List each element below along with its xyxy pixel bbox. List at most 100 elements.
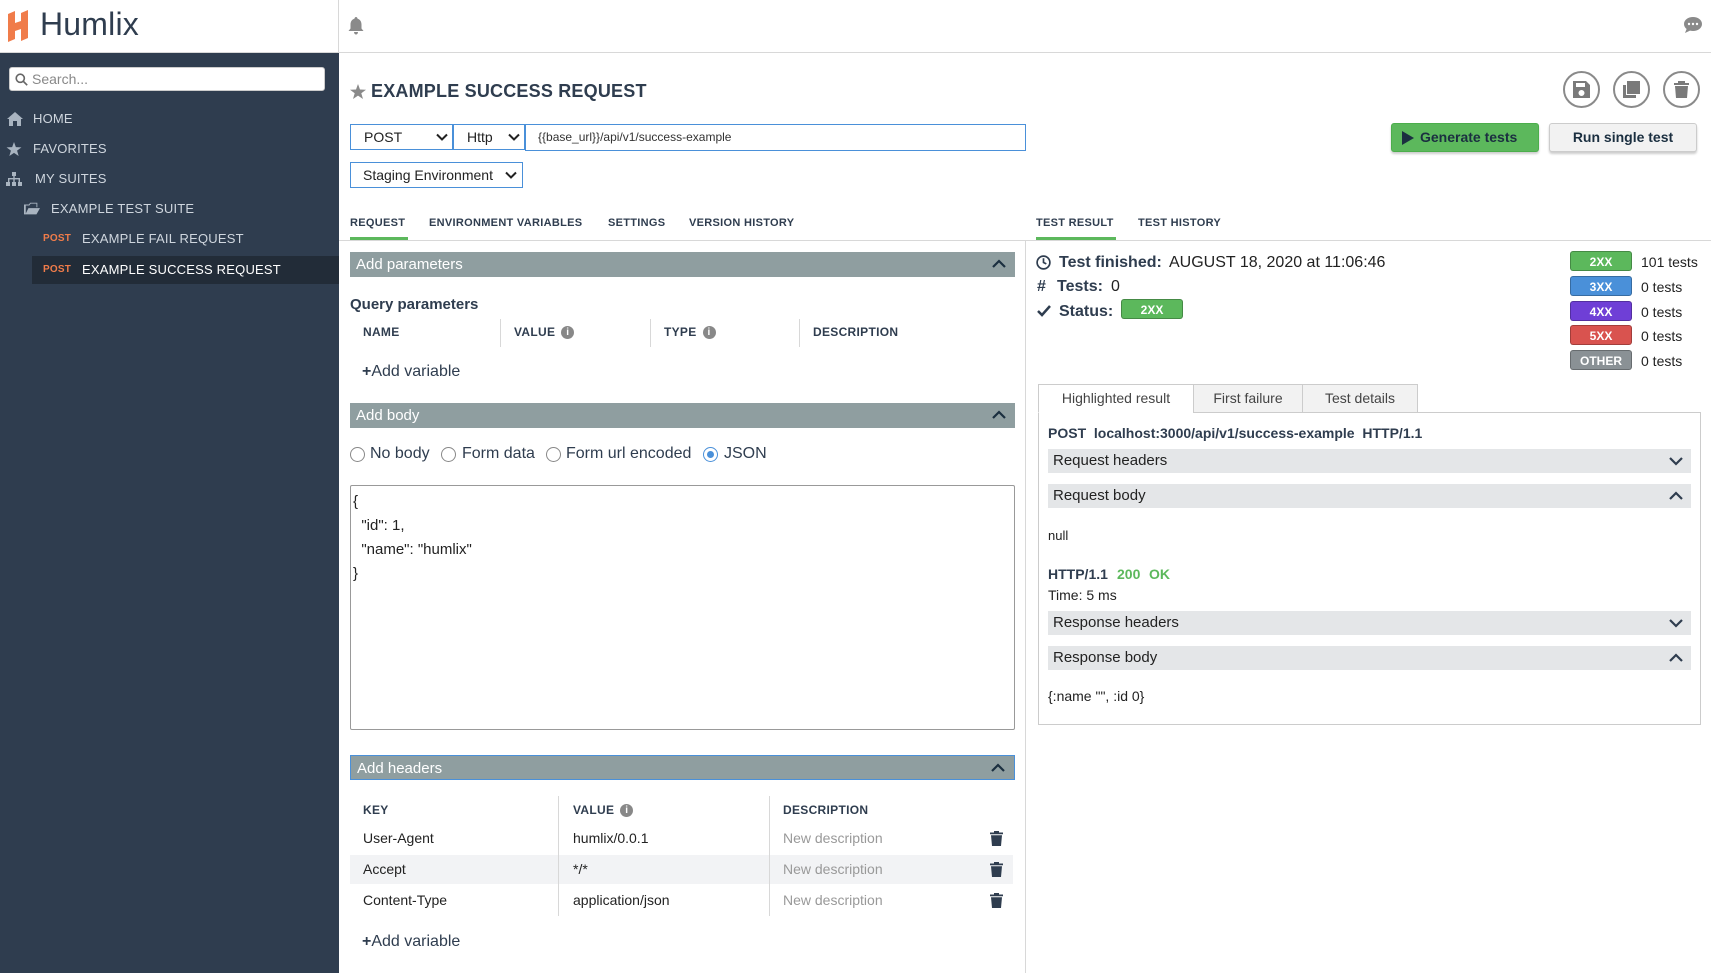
request-body-bar[interactable]: Request body: [1048, 484, 1691, 508]
header-row: Content-Type application/json New descri…: [350, 886, 1013, 915]
request-headers-bar[interactable]: Request headers: [1048, 449, 1691, 473]
body-line: }: [353, 565, 359, 582]
radio-form-url-encoded[interactable]: [546, 447, 561, 462]
header-key[interactable]: Content-Type: [363, 886, 447, 915]
header-key[interactable]: User-Agent: [363, 824, 434, 853]
app-logo: Humlix: [40, 6, 139, 42]
radio-json[interactable]: [703, 447, 718, 462]
header-description[interactable]: New description: [783, 886, 883, 915]
col-type-label: TYPE: [664, 325, 697, 339]
body-editor[interactable]: { "id": 1, "name": "humlix"}: [350, 485, 1015, 730]
method-badge: POST: [43, 233, 72, 244]
tab-request[interactable]: REQUEST: [350, 217, 405, 229]
add-header-button[interactable]: +Add variable: [362, 933, 460, 951]
add-parameter-button[interactable]: +Add variable: [362, 363, 460, 381]
add-headers-bar[interactable]: Add headers: [350, 755, 1015, 780]
nav-favorites[interactable]: FAVORITES: [0, 135, 339, 163]
col-key: KEY: [363, 803, 389, 817]
add-body-bar[interactable]: Add body: [350, 403, 1015, 428]
header-value[interactable]: application/json: [573, 886, 670, 915]
nav-home[interactable]: HOME: [0, 105, 339, 133]
environment-select-value: Staging Environment: [363, 167, 493, 183]
body-line: "name": "humlix": [353, 541, 472, 558]
nav-request-fail[interactable]: POST EXAMPLE FAIL REQUEST: [0, 225, 339, 253]
search-input[interactable]: [32, 70, 317, 88]
method-select-value: POST: [364, 129, 403, 145]
chat-icon[interactable]: [1684, 17, 1702, 33]
trash-icon: [1674, 81, 1689, 98]
tab-test-details[interactable]: Test details: [1302, 384, 1418, 413]
trash-icon[interactable]: [990, 862, 1003, 877]
delete-button[interactable]: [1663, 71, 1700, 108]
header-value[interactable]: humlix/0.0.1: [573, 824, 648, 853]
radio-form-url-encoded-label[interactable]: Form url encoded: [566, 445, 691, 463]
http-version: HTTP/1.1: [1048, 566, 1108, 582]
radio-json-label[interactable]: JSON: [724, 445, 767, 463]
col-separator: [500, 319, 501, 347]
chevron-up-icon: [991, 763, 1005, 772]
duplicate-button[interactable]: [1613, 71, 1650, 108]
bell-icon[interactable]: [348, 17, 364, 35]
tab-test-history[interactable]: TEST HISTORY: [1138, 217, 1221, 229]
favorite-star-icon[interactable]: [350, 84, 366, 99]
add-parameter-label: Add variable: [371, 363, 461, 380]
save-button[interactable]: [1563, 71, 1600, 108]
protocol-select[interactable]: Http: [453, 124, 525, 150]
trash-icon[interactable]: [990, 893, 1003, 908]
tab-test-result[interactable]: TEST RESULT: [1036, 217, 1114, 229]
tab-highlighted-result[interactable]: Highlighted result: [1038, 384, 1194, 413]
body-line: {: [353, 493, 359, 510]
info-icon[interactable]: i: [561, 326, 575, 339]
nav-request-success[interactable]: POST EXAMPLE SUCCESS REQUEST: [0, 256, 339, 284]
chevron-up-icon: [992, 259, 1006, 268]
generate-tests-button[interactable]: Generate tests: [1391, 123, 1539, 152]
nav-suite-example[interactable]: EXAMPLE TEST SUITE: [0, 195, 339, 223]
save-icon: [1573, 81, 1590, 98]
radio-form-data-label[interactable]: Form data: [462, 445, 535, 463]
environment-select[interactable]: Staging Environment: [350, 162, 523, 188]
radio-no-body[interactable]: [350, 447, 365, 462]
col-description: DESCRIPTION: [783, 803, 869, 817]
header-description[interactable]: New description: [783, 855, 883, 884]
nav-request-success-label: EXAMPLE SUCCESS REQUEST: [82, 262, 281, 277]
nav-home-label: HOME: [33, 111, 73, 126]
header-key[interactable]: Accept: [363, 855, 406, 884]
nav-favorites-label: FAVORITES: [33, 141, 107, 156]
nav-my-suites[interactable]: MY SUITES: [0, 165, 339, 193]
check-icon: [1037, 305, 1051, 317]
response-time: Time: 5 ms: [1048, 587, 1117, 603]
summary-badge-5xx: 5XX: [1570, 325, 1632, 345]
trash-icon[interactable]: [990, 831, 1003, 846]
url-input[interactable]: {{base_url}}/api/v1/success-example: [525, 124, 1026, 151]
add-parameters-bar[interactable]: Add parameters: [350, 252, 1015, 277]
add-body-label: Add body: [356, 407, 420, 424]
col-separator: [558, 796, 559, 916]
summary-count: 0 tests: [1641, 304, 1683, 320]
tab-version-history[interactable]: VERSION HISTORY: [689, 217, 794, 229]
run-single-test-button[interactable]: Run single test: [1549, 123, 1697, 152]
tab-first-failure[interactable]: First failure: [1193, 384, 1303, 413]
response-body-bar[interactable]: Response body: [1048, 646, 1691, 670]
tab-environment-variables[interactable]: ENVIRONMENT VARIABLES: [429, 217, 582, 229]
col-separator: [769, 796, 770, 916]
response-headers-bar[interactable]: Response headers: [1048, 611, 1691, 635]
radio-form-data[interactable]: [441, 447, 456, 462]
add-headers-label: Add headers: [357, 760, 443, 777]
header-value[interactable]: */*: [573, 855, 588, 884]
search-box[interactable]: [9, 67, 325, 91]
radio-no-body-label[interactable]: No body: [370, 445, 430, 463]
col-name: NAME: [363, 325, 400, 339]
header-description[interactable]: New description: [783, 824, 883, 853]
chevron-down-icon: [436, 133, 448, 141]
tab-settings[interactable]: SETTINGS: [608, 217, 665, 229]
col-value-label: VALUE: [514, 325, 556, 339]
col-value-label: VALUE: [573, 803, 615, 817]
info-icon[interactable]: i: [702, 326, 716, 339]
info-icon[interactable]: i: [620, 804, 634, 817]
method-select[interactable]: POST: [350, 124, 453, 150]
protocol-select-value: Http: [467, 129, 493, 145]
humlix-logo-icon: [8, 10, 28, 42]
summary-count: 0 tests: [1641, 353, 1683, 369]
logo-bar: Humlix: [0, 0, 339, 53]
clock-icon: [1036, 255, 1051, 270]
